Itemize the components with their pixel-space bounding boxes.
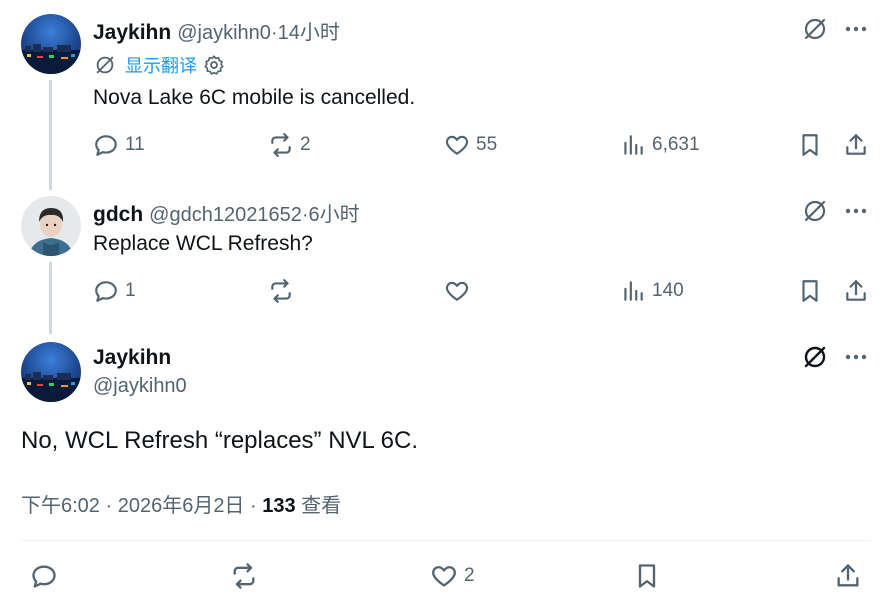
views-button[interactable]: 6,631 xyxy=(620,132,700,158)
repost-icon xyxy=(271,279,291,303)
views-count: 6,631 xyxy=(652,134,700,155)
reply-button[interactable]: 1 xyxy=(93,278,136,304)
views-count: 140 xyxy=(652,280,684,301)
share-button[interactable] xyxy=(834,562,862,590)
user-handle[interactable]: @jaykihn0 xyxy=(177,22,271,45)
bookmark-icon xyxy=(802,280,818,302)
like-button[interactable] xyxy=(444,278,476,304)
thread-line xyxy=(49,262,52,334)
views-icon xyxy=(624,135,643,155)
reply-button[interactable]: 11 xyxy=(93,132,145,158)
bookmark-button[interactable] xyxy=(633,562,661,590)
share-icon xyxy=(846,134,866,155)
repost-button[interactable]: 2 xyxy=(268,132,311,158)
like-icon xyxy=(445,281,469,301)
reply-icon xyxy=(95,281,117,302)
like-button[interactable]: 2 xyxy=(430,562,475,590)
views-count: 133 xyxy=(262,495,296,517)
translate-icon xyxy=(96,56,114,74)
display-name[interactable]: Jaykihn xyxy=(93,346,171,370)
tweet-text: Replace WCL Refresh? xyxy=(93,232,313,255)
settings-icon[interactable] xyxy=(203,54,225,76)
user-handle[interactable]: @jaykihn0 xyxy=(93,375,187,398)
like-button[interactable]: 55 xyxy=(444,132,497,158)
avatar[interactable] xyxy=(21,14,81,74)
tweet-text: Nova Lake 6C mobile is cancelled. xyxy=(93,86,416,109)
reply-icon xyxy=(32,565,56,588)
more-icon[interactable] xyxy=(843,344,869,375)
grok-icon[interactable] xyxy=(802,344,828,375)
like-count: 2 xyxy=(464,565,475,586)
bookmark-icon xyxy=(638,564,656,588)
display-name[interactable]: gdch xyxy=(93,203,143,227)
share-button[interactable] xyxy=(843,278,869,304)
grok-icon[interactable] xyxy=(802,16,828,47)
display-name[interactable]: Jaykihn xyxy=(93,21,171,45)
reply-count: 1 xyxy=(125,280,136,301)
tweet-header: gdch @gdch12021652 · 6小时 xyxy=(93,198,360,227)
timestamp[interactable]: 下午6:02 · 2026年6月2日 · xyxy=(21,495,262,517)
avatar[interactable] xyxy=(21,342,81,402)
reply-count: 11 xyxy=(125,134,145,155)
repost-icon xyxy=(271,133,291,157)
tweet-metadata: 下午6:02 · 2026年6月2日 · 133 查看 xyxy=(21,489,341,518)
share-button[interactable] xyxy=(843,132,869,158)
like-count: 55 xyxy=(476,134,498,155)
user-handle[interactable]: @gdch12021652 xyxy=(149,204,302,227)
timestamp[interactable]: 14小时 xyxy=(278,16,340,45)
grok-icon[interactable] xyxy=(802,198,828,229)
repost-icon xyxy=(233,563,255,589)
bookmark-button[interactable] xyxy=(797,278,823,304)
bookmark-button[interactable] xyxy=(797,132,823,158)
repost-button[interactable] xyxy=(268,278,300,304)
bookmark-icon xyxy=(802,134,818,156)
repost-button[interactable] xyxy=(230,562,258,590)
translate-label[interactable]: 显示翻译 xyxy=(125,52,197,78)
thread-line xyxy=(49,80,52,190)
tweet-text: No, WCL Refresh “replaces” NVL 6C. xyxy=(21,427,419,454)
repost-count: 2 xyxy=(300,134,311,155)
share-icon xyxy=(837,564,859,587)
separator: · xyxy=(270,22,278,44)
reply-button[interactable] xyxy=(30,562,58,590)
views-button[interactable]: 140 xyxy=(620,278,684,304)
like-icon xyxy=(432,566,456,587)
reply-icon xyxy=(95,135,117,156)
divider xyxy=(21,540,871,541)
views-label: 查看 xyxy=(295,495,342,517)
translate-link[interactable]: 显示翻译 xyxy=(93,52,225,78)
tweet-header: Jaykihn @jaykihn0 · 14小时 xyxy=(93,16,340,45)
separator: · xyxy=(301,204,309,226)
share-icon xyxy=(846,280,866,301)
more-icon[interactable] xyxy=(843,16,869,47)
like-icon xyxy=(445,135,469,155)
timestamp[interactable]: 6小时 xyxy=(309,198,360,227)
avatar[interactable] xyxy=(21,196,81,256)
views-icon xyxy=(624,281,643,301)
more-icon[interactable] xyxy=(843,198,869,229)
